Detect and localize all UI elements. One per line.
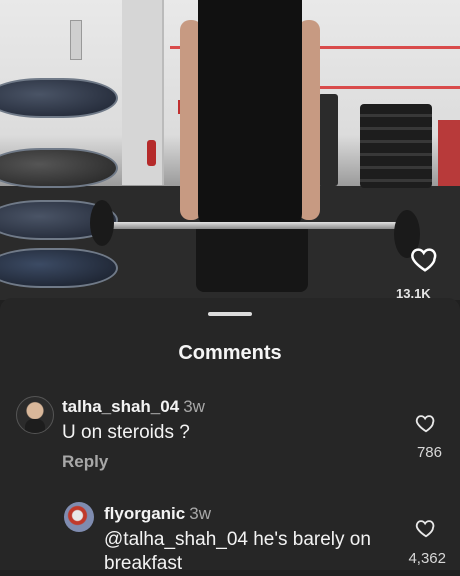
bosu-ball [0, 148, 118, 188]
comment-like-count: 4,362 [408, 550, 446, 567]
comment-like-count: 786 [416, 444, 442, 461]
dumbbell-rack [318, 94, 338, 186]
step-platforms-red [438, 120, 460, 186]
comment-text: U on steroids ? [62, 422, 190, 443]
barbell [92, 222, 412, 229]
heart-outline-icon[interactable] [410, 244, 440, 274]
comments-sheet: Comments talha_shah_04 3w U on steroids ?… [0, 298, 460, 574]
wall-stripe [320, 86, 460, 89]
bosu-ball [0, 78, 118, 118]
username-text[interactable]: flyorganic [104, 504, 185, 523]
comment-time: 3w [183, 397, 205, 416]
person-shorts [196, 222, 308, 292]
comment-username[interactable]: talha_shah_04 3w [62, 397, 205, 417]
door [122, 0, 164, 185]
comment-text: @talha_shah_04 he's barely on breakfast [104, 529, 371, 574]
comment-username[interactable]: flyorganic 3w [104, 504, 211, 524]
bosu-ball [0, 248, 118, 288]
sheet-title: Comments [178, 342, 282, 364]
drag-handle[interactable] [208, 312, 252, 316]
person-shirt [198, 0, 302, 228]
wall-sign [70, 20, 82, 60]
step-platforms [360, 104, 432, 188]
video-player[interactable]: 13.1K [0, 0, 460, 300]
fire-extinguisher [147, 140, 156, 166]
comment-time: 3w [189, 504, 211, 523]
avatar[interactable] [64, 502, 94, 532]
reply-button[interactable]: Reply [62, 452, 108, 472]
barbell-plate [90, 200, 114, 246]
heart-outline-icon[interactable] [415, 412, 437, 434]
avatar[interactable] [16, 396, 54, 434]
heart-outline-icon[interactable] [415, 517, 437, 539]
username-text[interactable]: talha_shah_04 [62, 397, 179, 416]
